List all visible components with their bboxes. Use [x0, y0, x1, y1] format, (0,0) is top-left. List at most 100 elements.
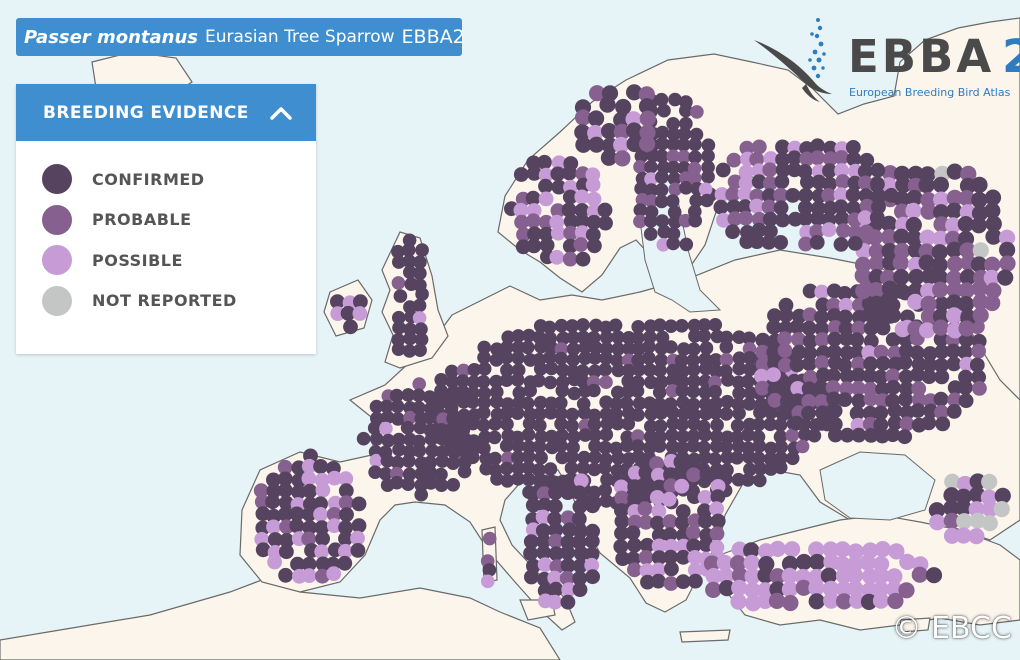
distribution-dot: [412, 298, 427, 313]
chevron-up-icon[interactable]: [270, 106, 292, 120]
distribution-dot: [775, 212, 790, 228]
distribution-dot: [730, 451, 744, 465]
distribution-dot: [521, 340, 535, 355]
distribution-dot: [999, 255, 1016, 272]
distribution-dot: [688, 573, 703, 589]
distribution-dot: [905, 202, 922, 219]
distribution-dot: [742, 397, 757, 411]
distribution-dot: [554, 438, 568, 453]
distribution-dot: [897, 429, 913, 445]
legend-header[interactable]: BREEDING EVIDENCE: [16, 84, 316, 141]
distribution-dot: [666, 236, 680, 251]
distribution-dot: [562, 165, 577, 181]
distribution-dot: [521, 427, 536, 442]
distribution-dot: [925, 567, 943, 584]
distribution-dot: [946, 307, 963, 324]
distribution-dot: [767, 392, 783, 408]
distribution-dot: [870, 162, 886, 178]
distribution-dot: [560, 545, 575, 560]
distribution-dot: [510, 406, 525, 421]
distribution-dot: [785, 188, 801, 203]
distribution-dot: [774, 174, 790, 189]
distribution-dot: [465, 395, 480, 409]
distribution-dot: [918, 177, 935, 194]
distribution-dot: [773, 418, 788, 432]
distribution-dot: [301, 471, 317, 486]
distribution-dot: [807, 428, 822, 443]
distribution-dot: [642, 351, 656, 365]
species-title-bar: Passer montanus Eurasian Tree Sparrow EB…: [16, 18, 462, 56]
distribution-dot: [661, 491, 677, 507]
distribution-dot: [725, 224, 740, 240]
distribution-dot: [564, 461, 579, 475]
distribution-dot: [981, 515, 998, 532]
bird-logo-icon: [754, 18, 832, 102]
distribution-dot: [543, 462, 558, 476]
distribution-dot: [874, 541, 891, 558]
distribution-dot: [972, 381, 987, 396]
distribution-dot: [801, 320, 817, 336]
distribution-dot: [741, 473, 755, 487]
distribution-dot: [782, 594, 799, 612]
copyright-label: © EBCC: [891, 611, 1012, 646]
distribution-dot: [650, 573, 666, 589]
distribution-dot: [762, 162, 778, 178]
distribution-dot: [766, 367, 781, 382]
distribution-dot: [777, 343, 793, 358]
distribution-dot: [599, 96, 616, 113]
distribution-dot: [571, 485, 587, 501]
distribution-dot: [854, 267, 871, 284]
ebba2-logo: EBBA2 European Breeding Bird Atlas: [750, 14, 1020, 106]
distribution-dot: [932, 319, 949, 336]
logo-number: 2: [1002, 30, 1020, 83]
distribution-dot: [789, 415, 804, 431]
distribution-dot: [697, 329, 711, 343]
distribution-dot: [921, 415, 937, 431]
distribution-dot: [984, 294, 1001, 312]
distribution-dot: [732, 406, 746, 421]
distribution-dot: [379, 421, 393, 436]
distribution-dot: [993, 501, 1010, 518]
distribution-dot: [588, 110, 605, 127]
logo-subtitle: European Breeding Bird Atlas: [849, 86, 1011, 99]
distribution-dot: [576, 318, 590, 332]
distribution-dot: [821, 222, 837, 238]
distribution-dot: [585, 498, 600, 514]
distribution-dot: [719, 407, 734, 421]
legend-items: CONFIRMED PROBABLE POSSIBLE NOT REPORTED: [16, 141, 316, 321]
distribution-dot: [630, 384, 645, 398]
distribution-dot: [637, 501, 653, 517]
distribution-dot: [740, 374, 755, 389]
distribution-dot: [801, 405, 816, 421]
distribution-dot: [476, 375, 491, 389]
distribution-dot: [301, 568, 317, 583]
distribution-dot: [685, 454, 701, 470]
distribution-dot: [872, 592, 890, 609]
distribution-dot: [548, 581, 564, 597]
distribution-dot: [710, 513, 726, 529]
distribution-dot: [869, 210, 885, 226]
distribution-dot: [476, 405, 491, 420]
distribution-dot: [751, 139, 767, 155]
distribution-dot: [697, 490, 713, 505]
distribution-dot: [544, 361, 559, 376]
legend-label-possible: POSSIBLE: [92, 250, 183, 270]
distribution-dot: [351, 518, 367, 533]
distribution-dot: [885, 379, 901, 395]
distribution-dot: [554, 351, 568, 366]
distribution-dot: [919, 322, 936, 339]
distribution-dot: [499, 461, 514, 476]
distribution-dot: [350, 543, 366, 558]
distribution-dot: [898, 582, 915, 599]
distribution-dot: [608, 318, 623, 333]
distribution-dot: [675, 417, 689, 432]
distribution-dot: [664, 340, 678, 354]
distribution-dot: [523, 546, 538, 561]
legend-swatch-confirmed: [42, 164, 72, 195]
distribution-dot: [970, 217, 987, 234]
distribution-dot: [814, 284, 830, 300]
distribution-dot: [537, 154, 552, 170]
legend-label-not-reported: NOT REPORTED: [92, 291, 237, 311]
distribution-dot: [597, 202, 613, 218]
distribution-dot: [753, 473, 767, 488]
